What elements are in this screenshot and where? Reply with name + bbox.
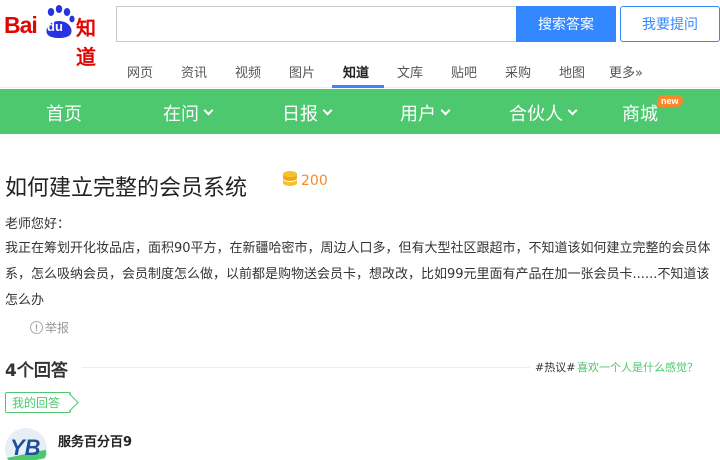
channel-purchase[interactable]: 采购 (505, 62, 531, 81)
channel-more[interactable]: 更多» (609, 62, 643, 81)
nav-daily[interactable]: 日报 (282, 100, 333, 126)
channel-news[interactable]: 资讯 (181, 62, 207, 81)
channel-tieba[interactable]: 贴吧 (451, 62, 477, 81)
channel-zhidao[interactable]: 知道 (343, 62, 369, 81)
main-nav: 首页 在问 日报 用户 合伙人 商城 (0, 89, 720, 134)
nav-asking-label: 在问 (163, 104, 199, 125)
nav-mall-label: 商城 (622, 104, 658, 125)
channel-web[interactable]: 网页 (127, 62, 153, 81)
question-greeting: 老师您好： (5, 217, 71, 232)
nav-users-label: 用户 (400, 104, 436, 125)
logo-du-text: du (47, 19, 63, 34)
answerer-name[interactable]: 服务百分百9 (58, 431, 132, 450)
ask-question-button[interactable]: 我要提问 (620, 6, 720, 42)
nav-asking[interactable]: 在问 (163, 100, 214, 126)
nav-partners[interactable]: 合伙人 (509, 100, 578, 126)
active-channel-indicator (332, 85, 384, 88)
search-input[interactable] (116, 6, 517, 42)
chevron-down-icon (322, 105, 333, 116)
header: Bai du 知道 搜索答案 我要提问 (0, 0, 720, 69)
report-link[interactable]: ! 举报 (30, 319, 69, 336)
chevron-down-icon (567, 105, 578, 116)
my-answer-button[interactable]: 我的回答 (5, 392, 72, 413)
chevron-down-icon (440, 105, 451, 116)
nav-home[interactable]: 首页 (46, 100, 82, 126)
report-label: 举报 (45, 321, 70, 335)
avatar-logo: YB (10, 435, 41, 460)
channel-images[interactable]: 图片 (289, 62, 315, 81)
answerer-avatar[interactable]: YB (5, 428, 47, 460)
nav-users[interactable]: 用户 (400, 100, 451, 126)
nav-daily-label: 日报 (282, 104, 318, 125)
nav-partners-label: 合伙人 (509, 104, 563, 125)
hot-topic-tag[interactable]: #热议# (535, 359, 575, 375)
new-badge: new (657, 95, 683, 107)
search-answers-button[interactable]: 搜索答案 (516, 6, 616, 42)
my-answer-label: 我的回答 (12, 396, 61, 410)
channel-map[interactable]: 地图 (559, 62, 585, 81)
nav-mall[interactable]: 商城 (622, 100, 658, 126)
coin-icon (283, 171, 297, 186)
channel-video[interactable]: 视频 (235, 62, 261, 81)
answer-count: 4个回答 (5, 361, 68, 381)
warning-icon: ! (30, 321, 43, 334)
hot-topic-link[interactable]: 喜欢一个人是什么感觉？ (577, 359, 698, 375)
nav-home-label: 首页 (46, 104, 82, 125)
channel-nav: 网页 资讯 视频 图片 知道 文库 贴吧 采购 地图 更多» (0, 50, 720, 88)
chevron-down-icon (203, 105, 214, 116)
logo-bai-text: Bai (4, 12, 38, 38)
channel-wenku[interactable]: 文库 (397, 62, 423, 81)
reward-points: 200 (301, 173, 328, 189)
baidu-zhidao-logo[interactable]: Bai du 知道 (4, 4, 114, 69)
question-body: 我正在筹划开化妆品店，面积90平方，在新疆哈密市，周边人口多，但有大型社区跟超市… (5, 241, 711, 308)
question-title: 如何建立完整的会员系统 (5, 176, 248, 201)
divider (82, 367, 530, 368)
